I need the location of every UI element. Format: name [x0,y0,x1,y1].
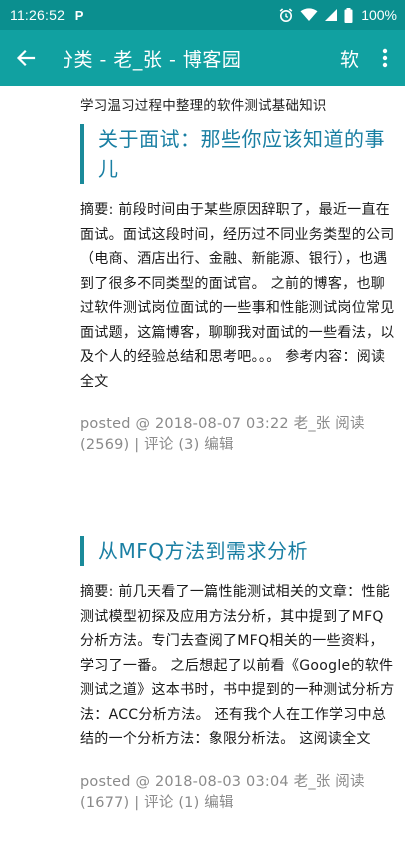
post-item: 关于面试：那些你应该知道的事儿 摘要: 前段时间由于某些原因辞职了，最近一直在面… [80,124,395,456]
status-icons: 100% [278,7,397,23]
more-vert-icon [382,48,388,68]
post-item: 从MFQ方法到需求分析 摘要: 前几天看了一篇性能测试相关的文章：性能测试模型初… [80,536,395,814]
post-title-link[interactable]: 关于面试：那些你应该知道的事儿 [80,124,395,184]
back-button[interactable] [0,30,52,86]
post-list: 学习温习过程中整理的软件测试基础知识 关于面试：那些你应该知道的事儿 摘要: 前… [0,86,405,855]
battery-percent: 100% [361,7,397,23]
wifi-icon [300,8,318,21]
status-time: 11:26:52 [10,7,66,23]
alarm-icon [279,8,293,22]
post-footer: posted @ 2018-08-07 03:22 老_张 阅读(2569) |… [80,416,365,453]
signal-icon [325,9,338,21]
post-abstract: 摘要: 前几天看了一篇性能测试相关的文章：性能测试模型初探及应用方法分析，其中提… [80,580,395,752]
battery-icon [344,7,353,23]
post-abstract-text: 摘要: 前段时间由于某些原因辞职了，最近一直在面试。面试这段时间，经历过不同业务… [80,202,395,365]
read-more-link[interactable]: 阅读全文 [314,731,371,747]
app-notification-icon: P [74,7,84,23]
arrow-left-icon [16,49,36,67]
post-abstract: 摘要: 前段时间由于某些原因辞职了，最近一直在面试。面试这段时间，经历过不同业务… [80,198,395,394]
post-abstract-text: 摘要: 前几天看了一篇性能测试相关的文章：性能测试模型初探及应用方法分析，其中提… [80,584,395,747]
status-bar: 11:26:52 P 100% [0,0,405,30]
post-title-link[interactable]: 从MFQ方法到需求分析 [80,536,395,566]
page-title: 分类 - 老_张 - 博客园 [64,45,340,72]
toolbar-action-label[interactable]: 软 [340,45,359,72]
page-title-text: 分类 - 老_张 - 博客园 [64,48,242,71]
app-bar: 分类 - 老_张 - 博客园 软 [0,30,405,86]
more-options-button[interactable] [373,30,397,86]
post-footer: posted @ 2018-08-03 03:04 老_张 阅读(1677) |… [80,773,365,811]
category-description: 学习温习过程中整理的软件测试基础知识 [80,98,327,114]
